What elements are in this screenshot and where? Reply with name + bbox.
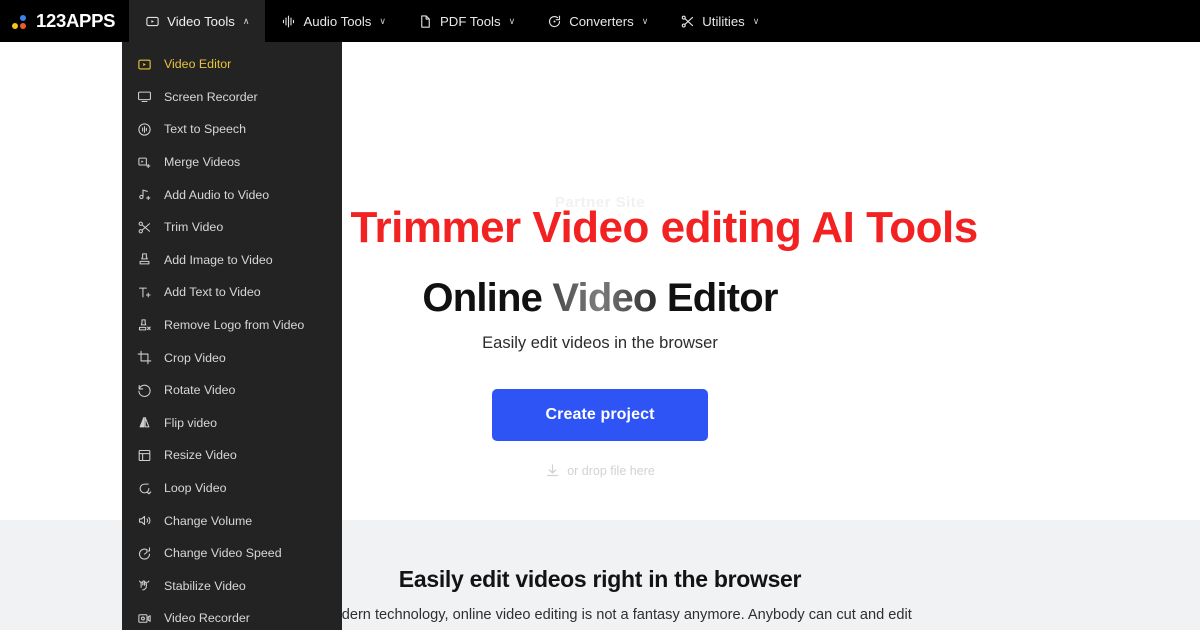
nav-utilities[interactable]: Utilities ∨ bbox=[664, 0, 775, 42]
menu-item-rotate-video[interactable]: Rotate Video bbox=[122, 374, 342, 407]
menu-item-trim-video[interactable]: Trim Video bbox=[122, 211, 342, 244]
speaker-volume-icon bbox=[136, 512, 153, 529]
stamp-remove-icon bbox=[136, 317, 153, 334]
camera-record-icon bbox=[136, 610, 153, 627]
pdf-page-icon bbox=[418, 14, 433, 29]
menu-item-stabilize-video[interactable]: Stabilize Video bbox=[122, 570, 342, 603]
menu-label: Stabilize Video bbox=[164, 578, 246, 593]
download-tray-icon bbox=[545, 463, 560, 478]
menu-label: Remove Logo from Video bbox=[164, 318, 305, 333]
hero-title-part2: Video bbox=[552, 276, 657, 320]
music-note-plus-icon bbox=[136, 186, 153, 203]
nav-label: Utilities bbox=[702, 13, 745, 29]
scissors-icon bbox=[136, 219, 153, 236]
menu-item-add-text-to-video[interactable]: Add Text to Video bbox=[122, 276, 342, 309]
drop-file-hint-label: or drop file here bbox=[567, 463, 655, 478]
nav-label: PDF Tools bbox=[440, 13, 501, 29]
nav-pdf-tools[interactable]: PDF Tools ∨ bbox=[402, 0, 531, 42]
menu-item-loop-video[interactable]: Loop Video bbox=[122, 472, 342, 505]
audio-waveform-icon bbox=[281, 14, 296, 29]
menu-label: Change Video Speed bbox=[164, 546, 282, 561]
menu-item-resize-video[interactable]: Resize Video bbox=[122, 439, 342, 472]
utilities-scissors-icon bbox=[680, 14, 695, 29]
chevron-down-icon: ∨ bbox=[641, 15, 649, 26]
menu-item-remove-logo-from-video[interactable]: Remove Logo from Video bbox=[122, 309, 342, 342]
menu-label: Crop Video bbox=[164, 350, 226, 365]
menu-item-screen-recorder[interactable]: Screen Recorder bbox=[122, 81, 342, 114]
menu-label: Merge Videos bbox=[164, 155, 241, 170]
logo-text: 123APPS bbox=[36, 10, 116, 31]
chevron-up-icon: ∧ bbox=[242, 15, 250, 26]
nav-label: Video Tools bbox=[167, 13, 235, 29]
hero-title-part3: Editor bbox=[656, 276, 779, 320]
nav-audio-tools[interactable]: Audio Tools ∨ bbox=[265, 0, 402, 42]
video-tools-dropdown[interactable]: Video Editor Screen Recorder Text to Spe… bbox=[122, 42, 342, 630]
page-root: Easily edit videos right in the browser … bbox=[0, 0, 1200, 630]
text-plus-icon bbox=[136, 284, 153, 301]
menu-label: Add Image to Video bbox=[164, 252, 273, 267]
nav-label: Audio Tools bbox=[303, 13, 372, 29]
menu-label: Video Editor bbox=[164, 57, 232, 72]
nav-video-tools[interactable]: Video Tools ∧ bbox=[129, 0, 266, 42]
menu-label: Text to Speech bbox=[164, 122, 246, 137]
create-project-button[interactable]: Create project bbox=[492, 389, 708, 441]
merge-videos-icon bbox=[136, 154, 153, 171]
logo-dots-icon bbox=[12, 13, 29, 30]
video-editor-icon bbox=[136, 56, 153, 73]
menu-label: Screen Recorder bbox=[164, 89, 258, 104]
chevron-down-icon: ∨ bbox=[379, 15, 386, 26]
rotate-ccw-icon bbox=[136, 382, 153, 399]
menu-item-flip-video[interactable]: Flip video bbox=[122, 407, 342, 440]
menu-item-crop-video[interactable]: Crop Video bbox=[122, 341, 342, 374]
converter-refresh-icon bbox=[547, 14, 562, 29]
menu-label: Resize Video bbox=[164, 448, 237, 463]
loop-icon bbox=[136, 480, 153, 497]
stabilize-hand-icon bbox=[136, 577, 153, 594]
menu-label: Video Recorder bbox=[164, 611, 250, 626]
image-stamp-icon bbox=[136, 251, 153, 268]
video-play-box-icon bbox=[145, 14, 160, 29]
menu-label: Change Volume bbox=[164, 513, 253, 528]
menu-item-add-audio-to-video[interactable]: Add Audio to Video bbox=[122, 178, 342, 211]
menu-item-change-video-speed[interactable]: Change Video Speed bbox=[122, 537, 342, 570]
menu-item-change-volume[interactable]: Change Volume bbox=[122, 504, 342, 537]
menu-label: Add Text to Video bbox=[164, 285, 261, 300]
menu-label: Loop Video bbox=[164, 481, 227, 496]
menu-item-add-image-to-video[interactable]: Add Image to Video bbox=[122, 244, 342, 277]
menu-item-text-to-speech[interactable]: Text to Speech bbox=[122, 113, 342, 146]
nav-label: Converters bbox=[569, 13, 634, 29]
top-navigation-bar: 123APPS Video Tools ∧ Audio Tools ∨ PDF … bbox=[0, 0, 1200, 42]
menu-item-video-editor[interactable]: Video Editor bbox=[122, 48, 342, 81]
chevron-down-icon: ∨ bbox=[508, 15, 516, 26]
flip-icon bbox=[136, 414, 153, 431]
menu-label: Rotate Video bbox=[164, 383, 236, 398]
resize-frame-icon bbox=[136, 447, 153, 464]
crop-icon bbox=[136, 349, 153, 366]
menu-item-merge-videos[interactable]: Merge Videos bbox=[122, 146, 342, 179]
menu-label: Add Audio to Video bbox=[164, 187, 270, 202]
menu-label: Trim Video bbox=[164, 220, 224, 235]
speedometer-icon bbox=[136, 545, 153, 562]
hero-title-part1: Online bbox=[422, 276, 553, 320]
nav-converters[interactable]: Converters ∨ bbox=[531, 0, 664, 42]
menu-item-video-recorder[interactable]: Video Recorder bbox=[122, 602, 342, 630]
logo-123apps[interactable]: 123APPS bbox=[0, 0, 129, 42]
menu-label: Flip video bbox=[164, 415, 218, 430]
chevron-down-icon: ∨ bbox=[752, 15, 760, 26]
monitor-icon bbox=[136, 88, 153, 105]
speech-circle-icon bbox=[136, 121, 153, 138]
